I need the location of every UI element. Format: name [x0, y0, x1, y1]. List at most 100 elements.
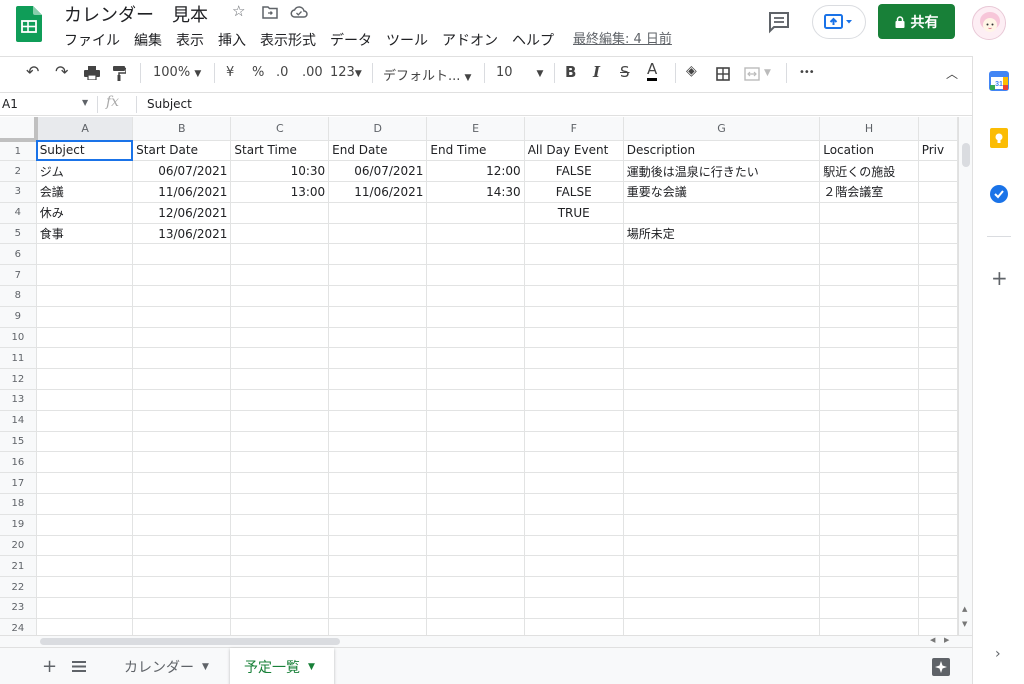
- grid-cell[interactable]: [36, 555, 134, 578]
- grid-cell[interactable]: [328, 202, 428, 224]
- grid-cell[interactable]: [426, 576, 525, 599]
- grid-cell[interactable]: [36, 493, 134, 515]
- row-header[interactable]: 9: [0, 306, 37, 328]
- grid-cell[interactable]: [918, 160, 958, 183]
- grid-cell[interactable]: [328, 597, 428, 619]
- select-all-corner[interactable]: [0, 117, 39, 142]
- grid-cell[interactable]: [132, 389, 232, 411]
- collapse-chevron-icon[interactable]: ︿: [946, 65, 958, 82]
- grid-cell[interactable]: [328, 306, 428, 328]
- grid-cell[interactable]: [328, 493, 428, 515]
- undo-icon[interactable]: ↶: [26, 62, 39, 81]
- font-size-select[interactable]: 10 ▼: [496, 65, 543, 80]
- grid-cell[interactable]: [426, 347, 525, 370]
- grid-cell[interactable]: [819, 410, 919, 432]
- grid-cell[interactable]: [328, 555, 428, 578]
- grid-cell[interactable]: [426, 431, 525, 453]
- grid-cell[interactable]: [328, 514, 428, 536]
- grid-cell[interactable]: [918, 368, 958, 391]
- grid-cell[interactable]: [230, 264, 330, 287]
- grid-cell[interactable]: [524, 472, 624, 495]
- grid-cell[interactable]: [328, 451, 428, 474]
- grid-cell[interactable]: [918, 597, 958, 619]
- grid-cell[interactable]: TRUE: [524, 202, 624, 224]
- dropdown-arrow-icon[interactable]: ▼: [764, 68, 771, 78]
- grid-cell[interactable]: [230, 555, 330, 578]
- grid-cell[interactable]: [230, 472, 330, 495]
- grid-cell[interactable]: [918, 493, 958, 515]
- grid-cell[interactable]: [819, 368, 919, 391]
- grid-cell[interactable]: [36, 514, 134, 536]
- paint-format-icon[interactable]: [112, 66, 126, 81]
- account-avatar[interactable]: [972, 6, 1006, 40]
- grid-cell[interactable]: [132, 264, 232, 287]
- grid-cell[interactable]: [524, 410, 624, 432]
- grid-cell[interactable]: 休み: [36, 202, 134, 224]
- document-title[interactable]: カレンダー 見本: [64, 1, 208, 27]
- grid-cell[interactable]: [328, 431, 428, 453]
- grid-cell[interactable]: [918, 347, 958, 370]
- grid-cell[interactable]: [524, 285, 624, 307]
- grid-cell[interactable]: FALSE: [524, 181, 624, 203]
- vertical-scrollbar[interactable]: ▲ ▼: [958, 117, 972, 635]
- merge-cells-icon[interactable]: [744, 67, 760, 81]
- grid-cell[interactable]: 06/07/2021: [328, 160, 428, 183]
- grid-cell[interactable]: [132, 327, 232, 349]
- grid-cell[interactable]: [623, 285, 821, 307]
- sheet-tab-calendar[interactable]: カレンダー ▼: [110, 648, 223, 684]
- zoom-select[interactable]: 100% ▼: [153, 65, 201, 80]
- row-header[interactable]: 19: [0, 514, 37, 536]
- grid-cell[interactable]: [623, 347, 821, 370]
- grid-cell[interactable]: 駅近くの施設: [819, 160, 919, 183]
- grid-cell[interactable]: [36, 243, 134, 266]
- formula-input[interactable]: Subject: [147, 97, 192, 111]
- grid-cell[interactable]: [623, 535, 821, 557]
- menu-edit[interactable]: 編集: [134, 30, 162, 50]
- grid-cell[interactable]: FALSE: [524, 160, 624, 183]
- menu-tools[interactable]: ツール: [386, 30, 428, 50]
- grid-cell[interactable]: [230, 306, 330, 328]
- grid-cell[interactable]: [328, 264, 428, 287]
- grid-cell[interactable]: [623, 493, 821, 515]
- row-header[interactable]: 23: [0, 597, 37, 619]
- grid-cell[interactable]: 06/07/2021: [132, 160, 232, 183]
- grid-cell[interactable]: [426, 493, 525, 515]
- more-formats-button[interactable]: 123▼: [330, 65, 362, 80]
- expand-panel-chevron-icon[interactable]: ›: [995, 646, 1001, 662]
- row-header[interactable]: 24: [0, 618, 37, 635]
- print-icon[interactable]: [84, 66, 100, 80]
- scroll-down-arrow-icon[interactable]: ▼: [962, 620, 967, 628]
- italic-button[interactable]: I: [593, 63, 600, 81]
- grid-cell[interactable]: [230, 493, 330, 515]
- grid-cell[interactable]: 13/06/2021: [132, 223, 232, 245]
- grid-cell[interactable]: [230, 451, 330, 474]
- grid-cell[interactable]: [426, 243, 525, 266]
- row-header[interactable]: 12: [0, 368, 37, 391]
- horizontal-scroll-thumb[interactable]: [40, 638, 340, 645]
- grid-cell[interactable]: [918, 327, 958, 349]
- grid-cell[interactable]: [524, 347, 624, 370]
- grid-cell[interactable]: [918, 389, 958, 411]
- grid-cell[interactable]: 12:00: [426, 160, 525, 183]
- grid-cell[interactable]: [918, 306, 958, 328]
- grid-cell[interactable]: [623, 597, 821, 619]
- row-header[interactable]: 20: [0, 535, 37, 557]
- grid-cell[interactable]: [230, 389, 330, 411]
- menu-addons[interactable]: アドオン: [442, 30, 498, 50]
- grid-cell[interactable]: [524, 389, 624, 411]
- grid-cell[interactable]: [524, 327, 624, 349]
- grid-cell[interactable]: [132, 618, 232, 635]
- grid-cell[interactable]: 場所未定: [623, 223, 821, 245]
- grid-cell[interactable]: [36, 535, 134, 557]
- grid-cell[interactable]: [230, 535, 330, 557]
- grid-cell[interactable]: [230, 597, 330, 619]
- grid-cell[interactable]: Start Date: [132, 140, 232, 162]
- grid-cell[interactable]: [524, 514, 624, 536]
- grid-cell[interactable]: [328, 223, 428, 245]
- grid-cell[interactable]: 14:30: [426, 181, 525, 203]
- grid-cell[interactable]: [426, 451, 525, 474]
- last-edit-link[interactable]: 最終編集: 4 日前: [573, 28, 672, 47]
- horizontal-scrollbar[interactable]: ◀ ▶: [0, 635, 972, 647]
- grid-cell[interactable]: [819, 493, 919, 515]
- sheets-logo[interactable]: [16, 6, 42, 42]
